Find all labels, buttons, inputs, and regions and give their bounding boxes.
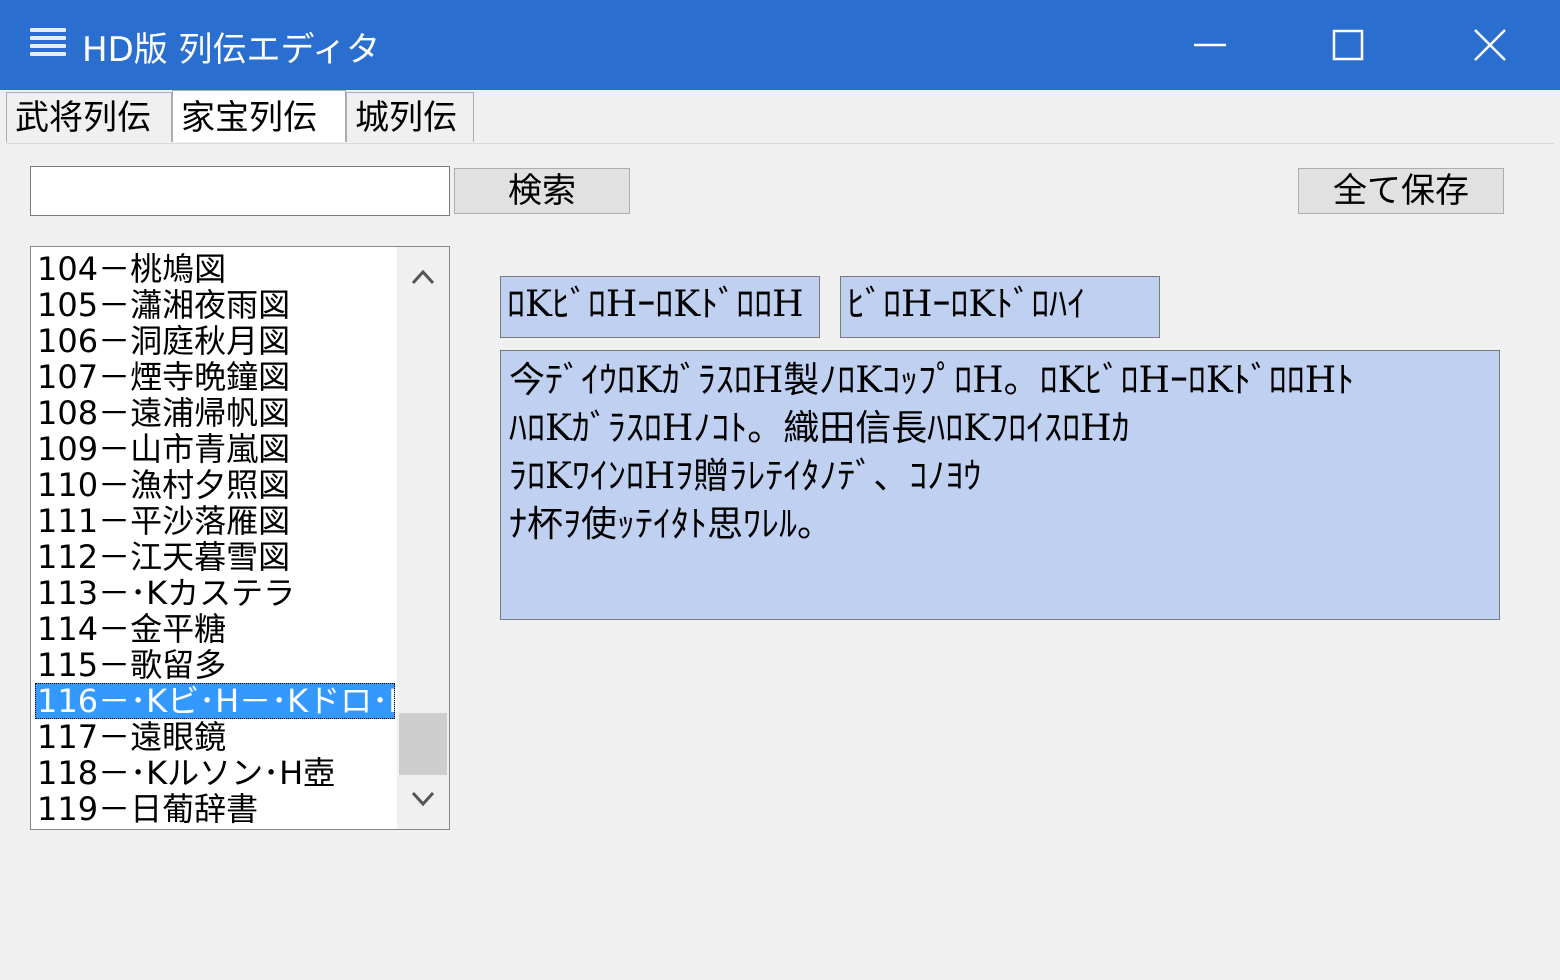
list-item[interactable]: 113－･Kカステラ <box>35 575 395 611</box>
list-item[interactable]: 112－江天暮雪図 <box>35 539 395 575</box>
list-item[interactable]: 107－煙寺晩鐘図 <box>35 359 395 395</box>
search-button[interactable]: 検索 <box>454 168 630 214</box>
list-item[interactable]: 118－･Kルソン･H壺 <box>35 755 395 791</box>
list-item[interactable]: 104－桃鳩図 <box>35 251 395 287</box>
list-item[interactable]: 117－遠眼鏡 <box>35 719 395 755</box>
list-item[interactable]: 105－瀟湘夜雨図 <box>35 287 395 323</box>
window-title: HD版 列伝エディタ <box>82 30 381 70</box>
list-item[interactable]: 119－日葡辞書 <box>35 791 395 827</box>
scroll-up-button[interactable] <box>397 247 449 307</box>
minimize-button[interactable] <box>1140 0 1280 90</box>
list-item[interactable]: 111－平沙落雁図 <box>35 503 395 539</box>
list-item[interactable]: 115－歌留多 <box>35 647 395 683</box>
scroll-thumb[interactable] <box>399 713 447 775</box>
chevron-down-icon <box>411 791 435 807</box>
minimize-icon <box>1194 43 1226 47</box>
list-item[interactable]: 114－金平糖 <box>35 611 395 647</box>
list-item-selected[interactable]: 116－･Kビ･H－･Kドロ･H <box>35 683 395 719</box>
list-item[interactable]: 108－遠浦帰帆図 <box>35 395 395 431</box>
list-item[interactable]: 106－洞庭秋月図 <box>35 323 395 359</box>
list-items: 104－桃鳩図 105－瀟湘夜雨図 106－洞庭秋月図 107－煙寺晩鐘図 10… <box>35 251 395 827</box>
app-window: HD版 列伝エディタ 武将列伝 家宝列伝 城列伝 検索 全て保存 104－桃鳩図… <box>0 0 1560 980</box>
maximize-icon <box>1332 29 1364 61</box>
item-name-field[interactable]: ﾛKﾋﾞﾛHｰﾛKﾄﾞﾛﾛH <box>500 276 820 338</box>
tab-kaho-retsuden[interactable]: 家宝列伝 <box>172 90 346 142</box>
maximize-button[interactable] <box>1278 0 1418 90</box>
item-reading-field[interactable]: ﾋﾞﾛHｰﾛKﾄﾞﾛﾊｲ <box>840 276 1160 338</box>
item-description-textarea[interactable]: 今ﾃﾞｲｳﾛKｶﾞﾗｽﾛH製ﾉﾛKｺｯﾌﾟﾛH。ﾛKﾋﾞﾛHｰﾛKﾄﾞﾛﾛHﾄ … <box>500 350 1500 620</box>
close-icon <box>1474 29 1506 61</box>
scroll-down-button[interactable] <box>397 769 449 829</box>
title-bar[interactable]: HD版 列伝エディタ <box>0 0 1560 90</box>
tab-shiro-retsuden[interactable]: 城列伝 <box>346 92 474 142</box>
list-item[interactable]: 110－漁村夕照図 <box>35 467 395 503</box>
chevron-up-icon <box>411 269 435 285</box>
close-button[interactable] <box>1420 0 1560 90</box>
list-scrollbar[interactable] <box>397 247 449 829</box>
app-menu-icon[interactable] <box>30 28 66 58</box>
tab-busho-retsuden[interactable]: 武将列伝 <box>6 92 172 142</box>
save-all-button[interactable]: 全て保存 <box>1298 168 1504 214</box>
search-input[interactable] <box>30 166 450 216</box>
list-item[interactable]: 109－山市青嵐図 <box>35 431 395 467</box>
item-listbox[interactable]: 104－桃鳩図 105－瀟湘夜雨図 106－洞庭秋月図 107－煙寺晩鐘図 10… <box>30 246 450 830</box>
